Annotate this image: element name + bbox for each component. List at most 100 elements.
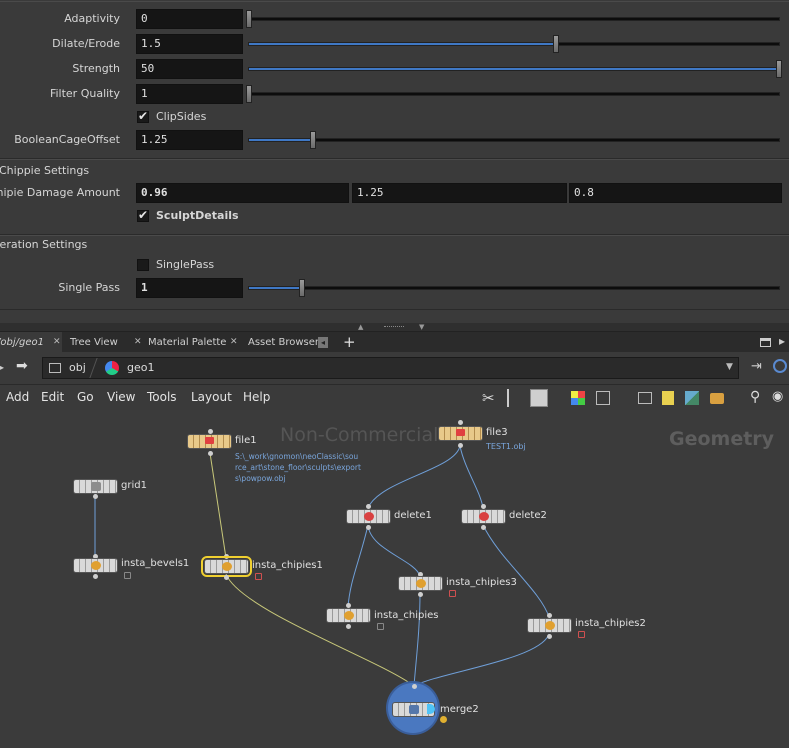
- output-connector[interactable]: [481, 525, 486, 530]
- chippie-settings-heading[interactable]: Chippie Settings: [0, 164, 89, 177]
- forward-arrow-icon[interactable]: ➡: [16, 358, 28, 374]
- search-icon[interactable]: ⚲: [750, 389, 768, 407]
- info-panel-icon[interactable]: [638, 392, 652, 404]
- path-field[interactable]: obj geo1 ▼: [42, 357, 739, 379]
- node-insta-chipies3[interactable]: [398, 576, 443, 591]
- single-pass-slider[interactable]: [248, 279, 780, 297]
- node-insta-bevels1-label[interactable]: insta_bevels1: [121, 558, 189, 569]
- chipie-damage-x-field[interactable]: 0.96: [136, 183, 349, 203]
- iteration-settings-heading[interactable]: Iteration Settings: [0, 238, 87, 251]
- eye-icon[interactable]: ◉: [772, 389, 789, 407]
- pane-splitter[interactable]: ▲ ▼: [0, 323, 789, 331]
- dilate-erode-handle[interactable]: [553, 35, 560, 53]
- back-arrow-icon[interactable]: ▸: [0, 360, 4, 374]
- output-connector[interactable]: [458, 443, 463, 448]
- chipie-damage-label: Chipie Damage Amount: [0, 186, 120, 199]
- menu-edit[interactable]: Edit: [41, 390, 64, 404]
- close-icon[interactable]: ✕: [134, 337, 142, 347]
- node-insta-chipies3-label[interactable]: insta_chipies3: [446, 577, 517, 588]
- output-connector[interactable]: [366, 525, 371, 530]
- output-connector[interactable]: [346, 624, 351, 629]
- node-insta-chipies1[interactable]: [201, 556, 252, 577]
- strength-slider[interactable]: [248, 60, 782, 78]
- node-insta-bevels1[interactable]: [73, 558, 118, 573]
- asset-box-icon[interactable]: [710, 393, 724, 404]
- node-insta-chipies2-label[interactable]: insta_chipies2: [575, 618, 646, 629]
- color-palette-icon[interactable]: [571, 391, 585, 405]
- node-file1-label[interactable]: file1: [235, 435, 257, 446]
- single-pass-checkbox[interactable]: [137, 259, 149, 271]
- chipie-damage-z-field[interactable]: 0.8: [569, 183, 782, 203]
- menu-view[interactable]: View: [107, 390, 135, 404]
- boolean-cage-offset-field[interactable]: 1.25: [136, 130, 243, 150]
- pane-window-icon[interactable]: [760, 338, 771, 347]
- input-connector[interactable]: [458, 420, 463, 425]
- tab-scroll-left-icon[interactable]: ◂: [318, 337, 328, 348]
- add-tab-icon[interactable]: +: [343, 333, 356, 351]
- node-delete2[interactable]: [461, 509, 506, 524]
- single-pass-field[interactable]: 1: [136, 278, 243, 298]
- input-connector[interactable]: [412, 684, 417, 689]
- close-icon[interactable]: ✕: [53, 337, 61, 347]
- output-connector[interactable]: [93, 574, 98, 579]
- menu-help[interactable]: Help: [243, 390, 270, 404]
- node-file3-label[interactable]: file3: [486, 427, 508, 438]
- strength-field[interactable]: 50: [136, 59, 243, 79]
- path-current[interactable]: geo1: [127, 361, 154, 374]
- filter-quality-handle[interactable]: [246, 85, 252, 103]
- sculpt-details-checkbox[interactable]: [137, 208, 149, 222]
- node-insta-chipies2[interactable]: [527, 618, 572, 633]
- clip-sides-checkbox[interactable]: [137, 109, 149, 123]
- tree-layout-icon[interactable]: [507, 389, 525, 407]
- grid-view-icon[interactable]: [596, 391, 610, 405]
- node-insta-chipies[interactable]: [326, 608, 371, 623]
- sticky-note-icon[interactable]: [662, 391, 674, 405]
- output-connector[interactable]: [93, 494, 98, 499]
- list-mode-icon[interactable]: [530, 389, 548, 407]
- link-icon[interactable]: [773, 359, 787, 373]
- path-root[interactable]: obj: [69, 361, 86, 374]
- output-connector[interactable]: [208, 451, 213, 456]
- pane-menu-icon[interactable]: ▸: [779, 334, 785, 348]
- node-file1[interactable]: [187, 434, 232, 449]
- network-view[interactable]: Non-Commercial Geometry file1 S:\_work\g…: [0, 410, 789, 748]
- node-file3[interactable]: [438, 426, 483, 441]
- collapse-down-icon[interactable]: ▼: [419, 323, 424, 331]
- wrench-icon[interactable]: ✂: [482, 389, 500, 407]
- adaptivity-field[interactable]: 0: [136, 9, 243, 29]
- menu-go[interactable]: Go: [77, 390, 94, 404]
- filter-quality-field[interactable]: 1: [136, 84, 243, 104]
- filter-quality-slider[interactable]: [246, 85, 780, 103]
- output-connector[interactable]: [224, 575, 229, 580]
- adaptivity-slider[interactable]: [246, 10, 780, 28]
- drag-grip-icon[interactable]: [384, 326, 404, 329]
- node-insta-chipies1-label[interactable]: insta_chipies1: [252, 560, 323, 571]
- node-grid1[interactable]: [73, 479, 118, 494]
- close-icon[interactable]: ✕: [230, 337, 238, 347]
- pin-icon[interactable]: ⇥: [751, 359, 762, 374]
- output-connector[interactable]: [547, 634, 552, 639]
- boolean-cage-offset-slider[interactable]: [248, 131, 780, 149]
- output-connector[interactable]: [418, 592, 423, 597]
- boolean-cage-offset-handle[interactable]: [309, 131, 316, 149]
- image-icon[interactable]: [685, 391, 699, 405]
- node-delete1[interactable]: [346, 509, 391, 524]
- path-dropdown-icon[interactable]: ▼: [726, 362, 733, 372]
- node-insta-chipies-label[interactable]: insta_chipies: [374, 610, 438, 621]
- chipie-damage-y-field[interactable]: 1.25: [352, 183, 567, 203]
- single-pass-handle[interactable]: [299, 279, 305, 297]
- menu-layout[interactable]: Layout: [191, 390, 232, 404]
- tab-material-palette[interactable]: Material Palette: [143, 332, 241, 353]
- strength-handle[interactable]: [776, 60, 782, 78]
- node-delete1-label[interactable]: delete1: [394, 510, 432, 521]
- node-merge2-label[interactable]: merge2: [440, 704, 479, 715]
- node-grid1-label[interactable]: grid1: [121, 480, 147, 491]
- adaptivity-handle[interactable]: [246, 10, 252, 28]
- node-delete2-label[interactable]: delete2: [509, 510, 547, 521]
- dilate-erode-field[interactable]: 1.5: [136, 34, 243, 54]
- collapse-up-icon[interactable]: ▲: [358, 323, 363, 331]
- menu-add[interactable]: Add: [6, 390, 29, 404]
- menu-tools[interactable]: Tools: [147, 390, 177, 404]
- tab-tree-view[interactable]: Tree View: [65, 332, 143, 353]
- dilate-erode-slider[interactable]: [248, 35, 780, 53]
